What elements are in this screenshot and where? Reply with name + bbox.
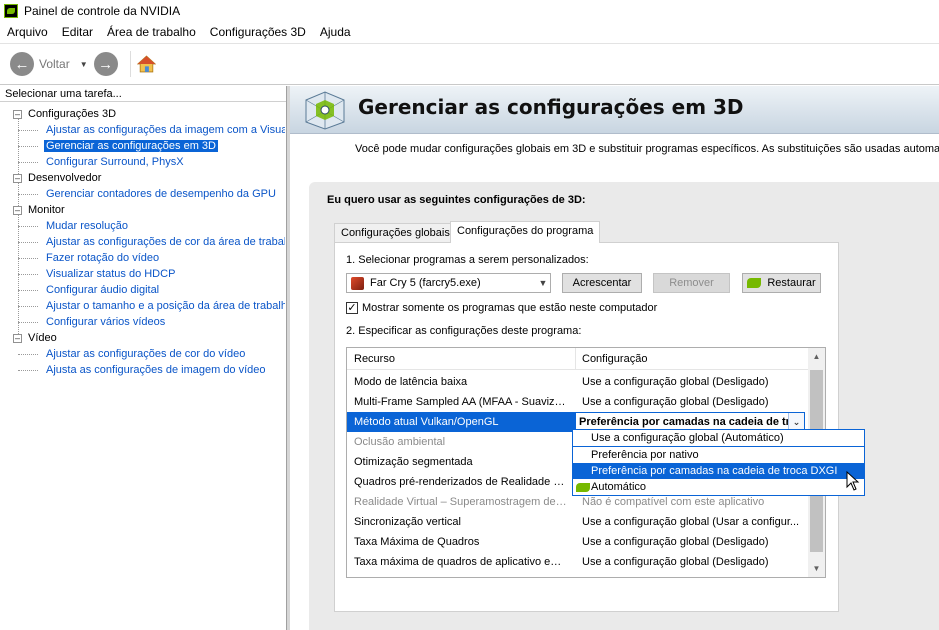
table-row[interactable]: Sincronização vertical Use a configuração… (347, 512, 809, 532)
section-title: Eu quero usar as seguintes configurações… (327, 194, 586, 206)
settings-panel: Eu quero usar as seguintes configurações… (309, 182, 939, 630)
column-header-recurso[interactable]: Recurso (354, 353, 395, 365)
task-mudar-resolucao[interactable]: Mudar resolução (0, 218, 285, 234)
task-pane: Selecionar uma tarefa... – Configurações… (0, 86, 287, 630)
task-tamanho-posicao[interactable]: Ajustar o tamanho e a posição da área de… (0, 298, 285, 314)
program-select[interactable]: Far Cry 5 (farcry5.exe) ▼ (346, 273, 551, 293)
setting-dropdown-list: Use a configuração global (Automático) P… (572, 429, 865, 496)
tree-category-video[interactable]: – Vídeo (0, 330, 286, 346)
menu-bar: Arquivo Editar Área de trabalho Configur… (0, 22, 939, 42)
task-gerenciar-3d[interactable]: Gerenciar as configurações em 3D (0, 138, 285, 154)
mouse-cursor-icon (846, 471, 860, 491)
column-separator (575, 348, 576, 370)
restore-button-label: Restaurar (767, 277, 816, 289)
tab-configuracoes-globais[interactable]: Configurações globais (334, 223, 457, 243)
scroll-up-icon[interactable]: ▲ (808, 348, 825, 365)
table-row[interactable]: Modo de latência baixa Use a configuração… (347, 372, 809, 392)
task-rotacao-video[interactable]: Fazer rotação do vídeo (0, 250, 285, 266)
scroll-down-icon[interactable]: ▼ (808, 560, 825, 577)
restore-button[interactable]: Restaurar (742, 273, 821, 293)
home-button[interactable] (129, 51, 156, 77)
show-installed-only-label: Mostrar somente os programas que estão n… (362, 302, 658, 314)
nvidia-icon (747, 278, 762, 288)
task-status-hdcp[interactable]: Visualizar status do HDCP (0, 266, 285, 282)
page-description: Você pode mudar configurações globais em… (355, 143, 939, 155)
page-banner: Gerenciar as configurações em 3D (290, 86, 939, 134)
collapse-icon[interactable]: – (13, 206, 22, 215)
menu-editar[interactable]: Editar (55, 25, 100, 39)
3d-settings-icon (305, 91, 345, 130)
title-bar: Painel de controle da NVIDIA (0, 0, 939, 22)
task-audio-digital[interactable]: Configurar áudio digital (0, 282, 285, 298)
toolbar: ← Voltar ▼ → (0, 43, 939, 85)
collapse-icon[interactable]: – (13, 174, 22, 183)
column-header-configuracao[interactable]: Configuração (582, 353, 647, 365)
task-contadores-gpu[interactable]: Gerenciar contadores de desempenho da GP… (0, 186, 285, 202)
menu-area-de-trabalho[interactable]: Área de trabalho (100, 25, 203, 39)
tab-configuracoes-programa[interactable]: Configurações do programa (450, 221, 601, 243)
collapse-icon[interactable]: – (13, 334, 22, 343)
task-ajustar-imagem-visualizacao[interactable]: Ajustar as configurações da imagem com a… (0, 122, 285, 138)
tree-category-monitor[interactable]: – Monitor (0, 202, 286, 218)
remove-program-button[interactable]: Remover (653, 273, 730, 293)
nvidia-app-icon (4, 4, 18, 18)
table-row[interactable]: Multi-Frame Sampled AA (MFAA - Suavizaçã… (347, 392, 809, 412)
back-arrow-icon[interactable]: ← (10, 52, 34, 76)
task-varios-videos[interactable]: Configurar vários vídeos (0, 314, 285, 330)
game-icon (351, 276, 364, 290)
tree-category-desenvolvedor[interactable]: – Desenvolvedor (0, 170, 286, 186)
task-tree: – Configurações 3D Ajustar as configuraç… (0, 102, 286, 378)
program-select-value: Far Cry 5 (farcry5.exe) (370, 277, 481, 289)
chevron-down-icon[interactable]: ▼ (536, 278, 550, 288)
dropdown-option-global[interactable]: Use a configuração global (Automático) (573, 430, 864, 447)
page-title: Gerenciar as configurações em 3D (358, 95, 744, 119)
task-cor-area-trabalho[interactable]: Ajustar as configurações de cor da área … (0, 234, 285, 250)
task-imagem-video[interactable]: Ajusta as configurações de imagem do víd… (0, 362, 285, 378)
home-icon (136, 55, 156, 73)
collapse-icon[interactable]: – (13, 110, 22, 119)
history-dropdown-icon[interactable]: ▼ (80, 60, 88, 69)
task-cor-video[interactable]: Ajustar as configurações de cor do vídeo (0, 346, 285, 362)
dropdown-option-automatico[interactable]: Automático (573, 479, 864, 495)
menu-ajuda[interactable]: Ajuda (313, 25, 358, 39)
dropdown-option-nativo[interactable]: Preferência por nativo (573, 447, 864, 463)
menu-arquivo[interactable]: Arquivo (0, 25, 55, 39)
dropdown-option-automatico-label: Automático (591, 481, 647, 493)
forward-arrow-icon[interactable]: → (93, 52, 118, 76)
table-row[interactable]: Taxa máxima de quadros de aplicativo em … (347, 552, 809, 572)
back-button-label[interactable]: Voltar (39, 57, 70, 71)
tree-category-3d[interactable]: – Configurações 3D (0, 106, 286, 122)
menu-configuracoes-3d[interactable]: Configurações 3D (203, 25, 313, 39)
nvidia-icon (576, 483, 590, 492)
task-pane-header: Selecionar uma tarefa... (0, 86, 286, 102)
main-pane: Gerenciar as configurações em 3D Você po… (290, 86, 939, 630)
dropdown-option-dxgi[interactable]: Preferência por camadas na cadeia de tro… (573, 463, 864, 479)
grid-header: Recurso Configuração (347, 348, 809, 370)
window-title: Painel de controle da NVIDIA (24, 4, 181, 18)
program-settings-tab: 1. Selecionar programas a serem personal… (334, 242, 839, 612)
table-row[interactable]: Taxa Máxima de Quadros Use a configuração… (347, 532, 809, 552)
task-configurar-surround-physx[interactable]: Configurar Surround, PhysX (0, 154, 285, 170)
add-program-button[interactable]: Acrescentar (562, 273, 642, 293)
select-program-label: 1. Selecionar programas a serem personal… (346, 254, 589, 266)
show-installed-only-checkbox[interactable]: ✓ (346, 302, 358, 314)
specify-settings-label: 2. Especificar as configurações deste pr… (346, 325, 582, 337)
show-installed-only-row[interactable]: ✓ Mostrar somente os programas que estão… (346, 302, 657, 314)
